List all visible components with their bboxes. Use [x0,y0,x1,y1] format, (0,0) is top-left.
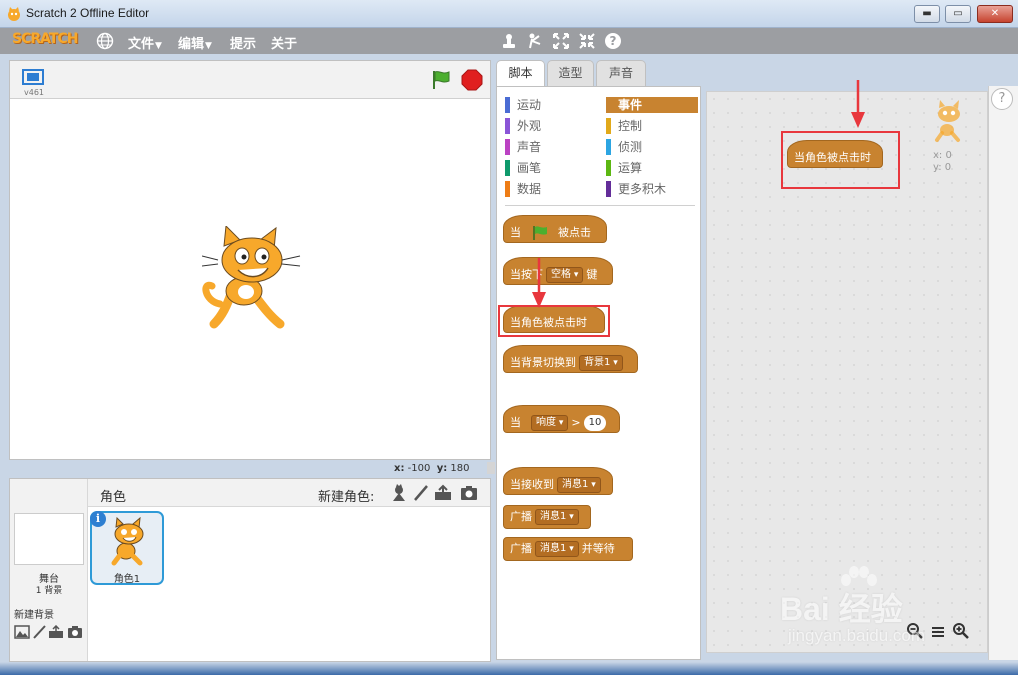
category-data[interactable]: 数据 [505,181,595,197]
cut-icon[interactable] [526,32,544,50]
stage-thumbnail[interactable] [14,513,84,565]
sensor-dropdown[interactable]: 响度 [531,415,569,431]
broadcast-message-dropdown[interactable]: 消息1 [535,509,579,525]
palette-divider [505,205,695,206]
block-broadcast-and-wait[interactable]: 广播消息1并等待 [503,537,633,561]
minimize-button[interactable]: ▬ [914,5,940,23]
current-sprite-cat-icon [935,100,960,142]
highlight-box-script-block [781,131,900,189]
paint-backdrop-icon[interactable] [32,625,48,639]
sprite-tile-selected[interactable]: i 角色1 [90,511,164,585]
category-pen[interactable]: 画笔 [505,160,595,176]
sprite-thumbnail-cat [111,517,144,566]
maximize-button[interactable]: ▭ [945,5,971,23]
stage-header: v461 [10,61,490,99]
mouse-coordinates: x: -100 y: 180 [394,463,470,474]
menu-about[interactable]: 关于 [271,33,297,52]
receive-message-dropdown[interactable]: 消息1 [557,477,601,493]
scratch-cat-icon [8,7,20,21]
upload-sprite-icon[interactable] [434,484,452,502]
category-control[interactable]: 控制 [606,118,698,134]
fullscreen-icon[interactable] [22,69,44,85]
sprite-name: 角色1 [113,574,141,585]
category-more-blocks[interactable]: 更多积木 [606,181,698,197]
svg-text:?: ? [610,34,617,48]
new-sprite-label: 新建角色: [318,490,375,505]
scratch-logo[interactable]: SCRATCH [12,31,78,51]
stage-panel[interactable]: v461 [9,60,491,460]
collapse-stage-handle[interactable] [487,462,495,474]
menu-file[interactable]: 文件▼ [128,33,162,52]
sprite-library-icon[interactable] [390,484,408,502]
sprite-info-icon[interactable]: i [90,511,106,527]
shrink-icon[interactable] [578,32,596,50]
sprite-y-readout: y: 0 [933,162,952,173]
tab-sounds[interactable]: 声音 [596,60,646,86]
green-flag-icon[interactable] [430,69,452,91]
broadcast-wait-message-dropdown[interactable]: 消息1 [535,541,579,557]
red-arrow-icon [851,80,865,128]
tab-costumes[interactable]: 造型 [547,60,594,86]
grow-icon[interactable] [552,32,570,50]
menu-tips[interactable]: 提示 [230,33,256,52]
taskbar-edge [0,662,1018,675]
key-dropdown[interactable]: 空格 [546,267,584,283]
window-titlebar: Scratch 2 Offline Editor ▬ ▭ ✕ [0,0,1018,28]
language-globe-icon[interactable] [96,32,114,50]
sprite-x-readout: x: 0 [933,150,952,161]
sprite-panel: 舞台 1 背景 新建背景 角色 新建角色: i 角色1 [9,478,491,662]
upload-backdrop-icon[interactable] [48,625,64,639]
menu-edit[interactable]: 编辑▼ [178,33,212,52]
backdrop-library-icon[interactable] [14,625,30,639]
category-sensing[interactable]: 侦测 [606,139,698,155]
sprite-cat-on-stage[interactable] [202,226,302,336]
category-motion[interactable]: 运动 [505,97,595,113]
block-when-backdrop-switches[interactable]: 当背景切换到 背景1 [503,345,638,373]
close-button[interactable]: ✕ [977,5,1013,23]
camera-sprite-icon[interactable] [460,484,478,502]
baidu-watermark: Bai 经验 jingyan.baidu.com [780,566,980,656]
category-events[interactable]: 事件 [606,97,698,113]
window-title: Scratch 2 Offline Editor [26,6,150,20]
help-button[interactable]: ? [991,88,1013,110]
tab-scripts[interactable]: 脚本 [496,60,545,87]
watermark-url: jingyan.baidu.com [788,626,926,645]
highlight-box-palette-block [498,305,610,337]
sprites-title: 角色 [100,490,127,505]
stop-icon[interactable] [461,69,483,91]
help-icon[interactable]: ? [604,32,622,50]
block-when-key-pressed[interactable]: 当按下空格键 [503,257,613,285]
menubar: SCRATCH 文件▼ 编辑▼ 提示 关于 ? [0,28,1018,54]
green-flag-icon [532,226,547,240]
version-label: v461 [24,88,45,97]
sensor-value-input[interactable]: 10 [583,415,607,431]
scrollbar-strip[interactable] [988,86,1018,660]
paint-sprite-icon[interactable] [412,484,430,502]
new-backdrop-label: 新建背景 [14,610,54,621]
sprite-header: 角色 新建角色: [88,479,490,507]
stage-backdrop-count: 1 背景 [35,586,63,596]
block-when-i-receive[interactable]: 当接收到 消息1 [503,467,613,495]
watermark-brand: Bai 经验 [780,591,903,627]
category-looks[interactable]: 外观 [505,118,595,134]
block-when-flag-clicked[interactable]: 当 被点击 [503,215,607,243]
backdrop-dropdown[interactable]: 背景1 [579,355,623,371]
category-operators[interactable]: 运算 [606,160,698,176]
red-arrow-icon [532,258,546,308]
camera-backdrop-icon[interactable] [67,625,83,639]
stamp-icon[interactable] [500,32,518,50]
stage-column: 舞台 1 背景 新建背景 [10,479,88,661]
block-broadcast[interactable]: 广播 消息1 [503,505,591,529]
category-sound[interactable]: 声音 [505,139,595,155]
block-palette: 运动 外观 声音 画笔 数据 事件 控制 侦测 运算 更多积木 当 被点击 当按… [496,86,701,660]
block-when-sensor-greater[interactable]: 当 响度>10 [503,405,620,433]
